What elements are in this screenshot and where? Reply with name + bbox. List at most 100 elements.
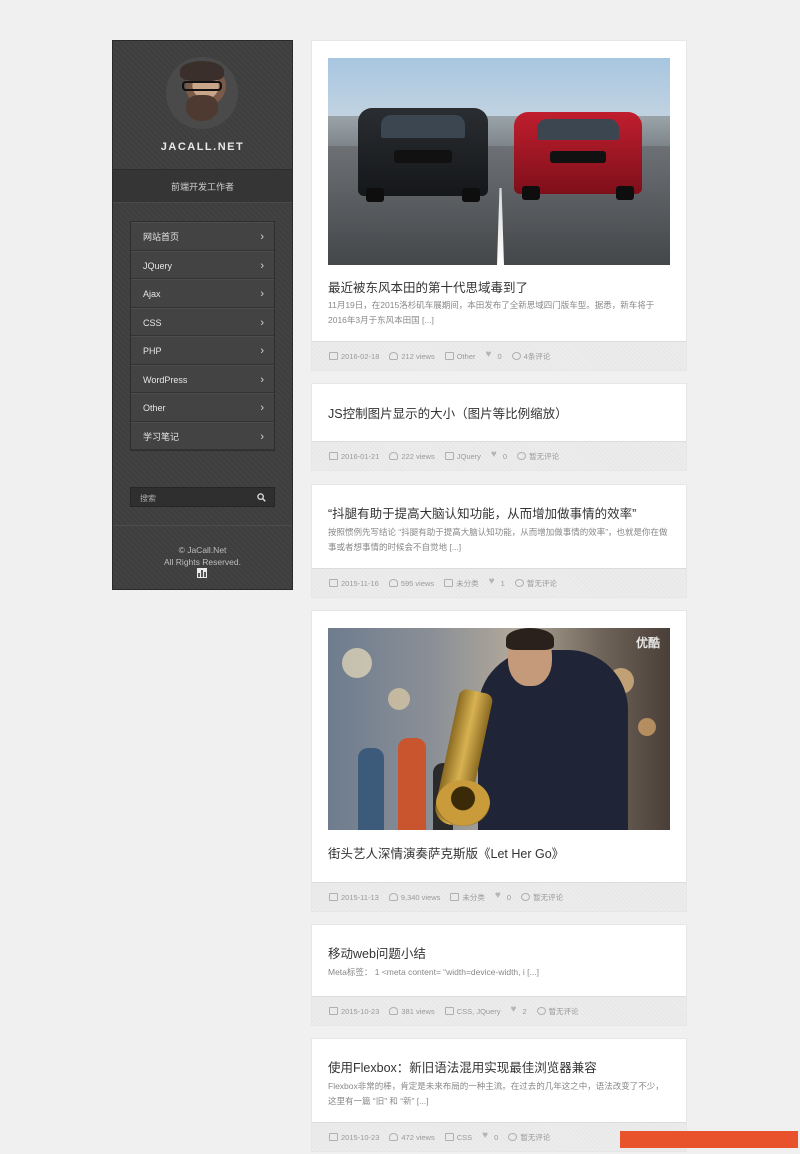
post-excerpt: Meta标签： 1 <meta content= “width=device-w… bbox=[328, 967, 539, 977]
nav-item-label: 网站首页 bbox=[143, 232, 180, 242]
post-card: “抖腿有助于提高大脑认知功能，从而增加做事情的效率” 按照惯例先写结论 “抖腿有… bbox=[311, 484, 687, 598]
nav-item-notes[interactable]: 学习笔记 › bbox=[131, 421, 274, 450]
post-comments[interactable]: 暂无评论 bbox=[536, 1006, 579, 1017]
comment-icon bbox=[536, 1007, 546, 1015]
post-views: 9,340 views bbox=[388, 893, 440, 902]
post-date: 2015-11-13 bbox=[329, 893, 379, 902]
chevron-right-icon: › bbox=[260, 345, 264, 357]
post-meta: 2015-10-23 381 views CSS, JQuery 2 暂无评论 bbox=[312, 996, 686, 1025]
calendar-icon bbox=[329, 1007, 338, 1015]
comment-icon bbox=[517, 452, 527, 460]
nav-item-label: PHP bbox=[143, 346, 162, 356]
folder-icon bbox=[444, 579, 454, 587]
sidebar-nav: 网站首页 › JQuery › Ajax › CSS › PHP › WordPress ›… bbox=[130, 221, 275, 451]
musician bbox=[478, 650, 628, 830]
nav-item-php[interactable]: PHP › bbox=[131, 336, 274, 365]
calendar-icon bbox=[329, 893, 338, 901]
views-icon bbox=[388, 579, 398, 587]
chevron-right-icon: › bbox=[260, 402, 264, 414]
post-views: 472 views bbox=[389, 1133, 435, 1142]
post-image[interactable]: 优酷 bbox=[328, 628, 670, 830]
saxophone-bell bbox=[436, 780, 490, 826]
post-category[interactable]: 未分类 bbox=[450, 892, 485, 903]
post-image[interactable] bbox=[328, 58, 670, 265]
post-excerpt: 11月19日，在2015洛杉矶车展期间，本田发布了全新思域四门版车型。据悉，新车… bbox=[328, 300, 655, 325]
post-likes[interactable]: 2 bbox=[511, 1004, 527, 1016]
post-category[interactable]: JQuery bbox=[444, 452, 481, 461]
search-input[interactable] bbox=[131, 489, 251, 508]
post-comments[interactable]: 暂无评论 bbox=[521, 892, 563, 903]
post-comments[interactable]: 暂无评论 bbox=[508, 1132, 550, 1143]
car-red bbox=[514, 112, 642, 200]
car-black bbox=[358, 108, 488, 202]
post-category[interactable]: 未分类 bbox=[444, 578, 479, 589]
post-category[interactable]: Other bbox=[444, 352, 476, 361]
post-views: 222 views bbox=[389, 452, 435, 461]
folder-icon bbox=[444, 1133, 454, 1141]
folder-icon bbox=[444, 352, 454, 360]
post-category[interactable]: CSS, JQuery bbox=[444, 1007, 501, 1016]
post-date: 2015-11-16 bbox=[329, 579, 379, 588]
calendar-icon bbox=[329, 452, 338, 460]
chevron-right-icon: › bbox=[260, 259, 264, 272]
post-title[interactable]: JS控制图片显示的大小（图片等比例缩放） bbox=[328, 403, 568, 422]
post-likes[interactable]: 0 bbox=[491, 449, 507, 461]
nav-item-label: Ajax bbox=[143, 289, 161, 299]
heart-icon bbox=[486, 349, 495, 360]
post-card: 最近被东风本田的第十代思域毒到了 11月19日，在2015洛杉矶车展期间，本田发… bbox=[311, 40, 687, 371]
post-likes[interactable]: 0 bbox=[495, 890, 511, 902]
chevron-right-icon: › bbox=[260, 373, 264, 386]
post-meta: 2015-11-16 595 views 未分类 1 暂无评论 bbox=[312, 568, 686, 597]
folder-icon bbox=[444, 452, 454, 460]
post-title[interactable]: 街头艺人深情演奏萨克斯版《Let Her Go》 bbox=[328, 843, 564, 862]
nav-item-css[interactable]: CSS › bbox=[131, 307, 274, 336]
nav-item-other[interactable]: Other › bbox=[131, 393, 274, 422]
heart-icon bbox=[489, 576, 498, 587]
post-date: 2015-10-23 bbox=[329, 1007, 379, 1016]
post-views: 212 views bbox=[389, 352, 435, 361]
avatar-beard bbox=[186, 95, 218, 121]
nav-item-home[interactable]: 网站首页 › bbox=[131, 222, 274, 251]
comment-icon bbox=[514, 579, 524, 587]
post-comments[interactable]: 暂无评论 bbox=[517, 451, 559, 462]
nav-item-ajax[interactable]: Ajax › bbox=[131, 279, 274, 308]
views-icon bbox=[389, 352, 399, 360]
post-date: 2016-01-21 bbox=[329, 452, 379, 461]
nav-item-label: JQuery bbox=[143, 260, 173, 271]
folder-icon bbox=[450, 893, 460, 901]
post-likes[interactable]: 1 bbox=[489, 576, 505, 588]
chevron-right-icon: › bbox=[260, 288, 264, 300]
post-card: 优酷 街头艺人深情演奏萨克斯版《Let Her Go》 2015-11-13 9… bbox=[311, 610, 687, 912]
post-meta: 2016-01-21 222 views JQuery 0 暂无评论 bbox=[312, 441, 686, 470]
search-icon[interactable] bbox=[257, 493, 266, 502]
search-box bbox=[130, 487, 275, 508]
post-title[interactable]: 使用Flexbox：新旧语法混用实现最佳浏览器兼容 bbox=[328, 1057, 597, 1076]
heart-icon bbox=[482, 1130, 491, 1141]
post-comments[interactable]: 4条评论 bbox=[511, 351, 550, 362]
folder-icon bbox=[444, 1007, 454, 1015]
post-likes[interactable]: 0 bbox=[486, 349, 502, 361]
calendar-icon bbox=[329, 1133, 338, 1141]
post-category[interactable]: CSS bbox=[444, 1133, 472, 1142]
post-title[interactable]: 移动web问题小结 bbox=[328, 943, 426, 962]
post-comments[interactable]: 暂无评论 bbox=[514, 578, 557, 589]
post-card: 移动web问题小结 Meta标签： 1 <meta content= “widt… bbox=[311, 924, 687, 1026]
avatar[interactable] bbox=[166, 57, 238, 129]
calendar-icon bbox=[329, 579, 338, 587]
back-to-top-bar[interactable] bbox=[620, 1131, 798, 1148]
copyright-line: All Rights Reserved. bbox=[163, 557, 241, 567]
nav-item-wordpress[interactable]: WordPress › bbox=[131, 364, 274, 393]
post-title[interactable]: 最近被东风本田的第十代思域毒到了 bbox=[328, 277, 528, 296]
sidebar: JACALL.NET 前端开发工作者 网站首页 › JQuery › Ajax › C… bbox=[112, 40, 293, 590]
chevron-right-icon: › bbox=[260, 316, 264, 329]
chevron-right-icon: › bbox=[260, 231, 264, 243]
site-name[interactable]: JACALL.NET bbox=[113, 141, 292, 153]
post-views: 381 views bbox=[389, 1007, 435, 1016]
comment-icon bbox=[508, 1133, 518, 1141]
nav-item-jquery[interactable]: JQuery › bbox=[131, 250, 274, 279]
stats-icon[interactable] bbox=[197, 568, 207, 578]
post-likes[interactable]: 0 bbox=[482, 1130, 498, 1142]
post-title[interactable]: “抖腿有助于提高大脑认知功能，从而增加做事情的效率” bbox=[328, 503, 636, 522]
nav-item-label: Other bbox=[143, 403, 166, 413]
nav-item-label: 学习笔记 bbox=[143, 431, 180, 442]
